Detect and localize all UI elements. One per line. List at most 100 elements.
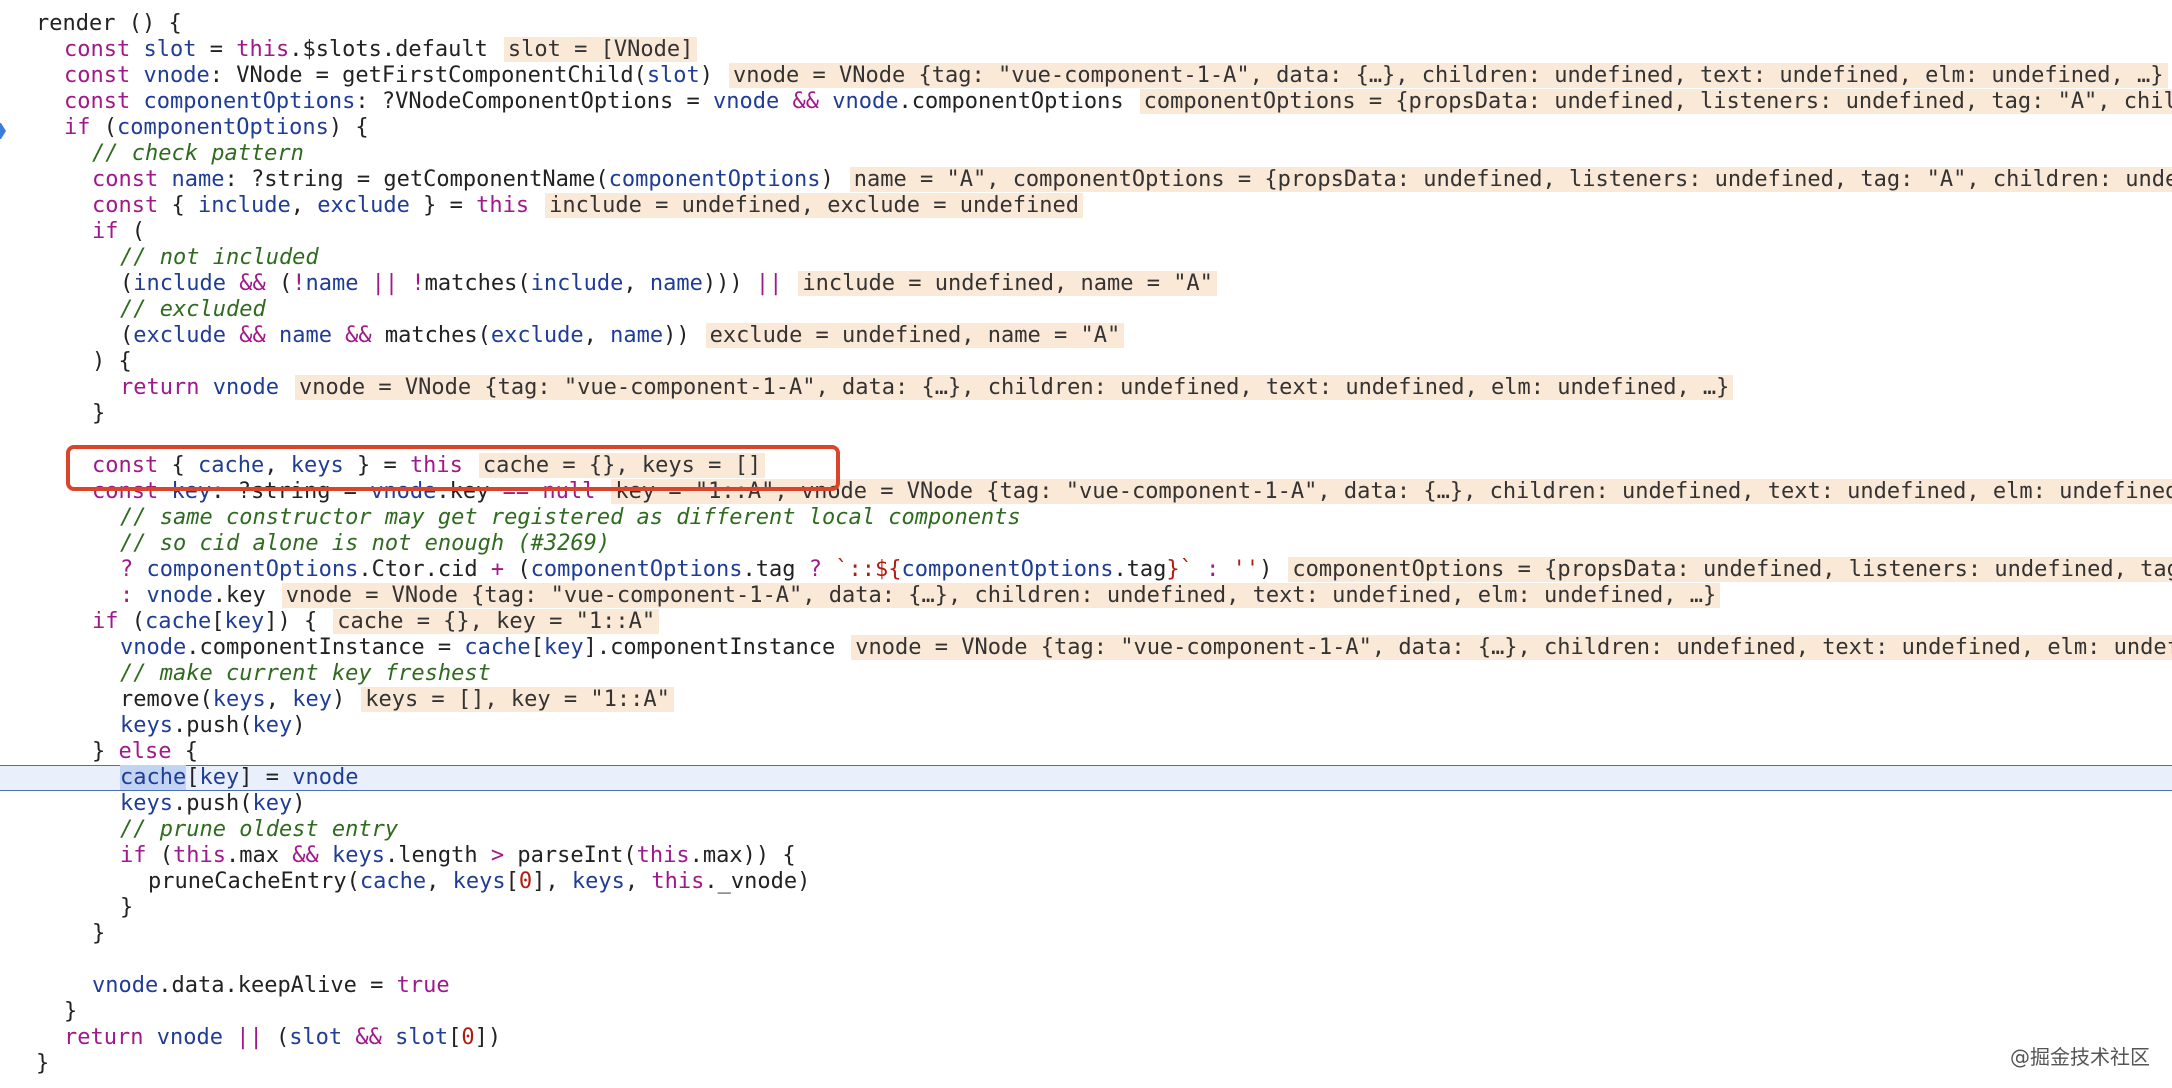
code-line[interactable]: remove(keys, key) keys = [], key = "1::A" <box>0 687 2172 713</box>
code-token: componentOptions <box>608 167 821 192</box>
code-token: { <box>171 739 198 764</box>
code-token: = <box>196 37 237 62</box>
code-line[interactable]: // make current key freshest <box>0 661 2172 687</box>
code-line[interactable]: if (cache[key]) {cache = {}, key = "1::A… <box>0 609 2172 635</box>
code-token: , <box>290 193 318 218</box>
code-line[interactable]: } <box>0 895 2172 921</box>
code-line[interactable]: } <box>0 921 2172 947</box>
code-token: key <box>252 791 293 816</box>
code-token: keys <box>212 687 266 712</box>
inline-debug-value: componentOptions = {propsData: undefined… <box>1139 89 2172 114</box>
code-line[interactable] <box>0 947 2172 973</box>
code-token: keys <box>120 791 173 816</box>
code-line[interactable]: (exclude && name && matches(exclude, nam… <box>0 323 2172 349</box>
inline-debug-value: include = undefined, name = "A" <box>798 271 1217 296</box>
code-token: ( <box>120 323 134 348</box>
code-token: ! <box>292 271 306 296</box>
code-line[interactable]: keys.push(key) <box>0 713 2172 739</box>
code-token: const <box>92 479 172 504</box>
code-token: componentOptions <box>146 557 359 582</box>
code-token: && <box>779 89 833 114</box>
code-line[interactable]: const key: ?string = vnode.key == null ke… <box>0 479 2172 505</box>
code-token: ( <box>131 609 145 634</box>
inline-debug-value: include = undefined, exclude = undefined <box>545 193 1083 218</box>
code-token: matches( <box>384 323 491 348</box>
code-line[interactable]: if ( <box>0 219 2172 245</box>
code-token: const <box>92 193 172 218</box>
code-token: slot <box>395 1025 449 1050</box>
code-line[interactable]: pruneCacheEntry(cache, keys[0], keys, th… <box>0 869 2172 895</box>
code-line[interactable]: // same constructor may get registered a… <box>0 505 2172 531</box>
code-token: : VNode = getFirstComponentChild( <box>209 63 647 88</box>
code-line[interactable]: : vnode.key vnode = VNode {tag: "vue-comp… <box>0 583 2172 609</box>
code-token: name <box>305 271 359 296</box>
code-editor[interactable]: render () {const slot = this.$slots.defa… <box>0 0 2172 1088</box>
code-token: slot <box>143 37 197 62</box>
code-token: [ <box>186 765 200 790</box>
code-token: : ?string = getComponentName( <box>224 167 609 192</box>
code-token: cache <box>464 635 531 660</box>
code-token: vnode <box>212 375 279 400</box>
code-token: vnode <box>832 89 899 114</box>
code-token: ._vnode) <box>704 869 811 894</box>
code-token: , <box>426 869 453 894</box>
inline-debug-value: vnode = VNode {tag: "vue-component-1-A",… <box>729 63 2168 88</box>
code-line[interactable]: const { include, exclude } = this include… <box>0 193 2172 219</box>
code-token: keys <box>331 843 385 868</box>
code-token: .componentOptions <box>898 89 1124 114</box>
code-line[interactable]: // check pattern <box>0 141 2172 167</box>
code-line[interactable]: } <box>0 401 2172 427</box>
code-token: exclude <box>490 323 584 348</box>
code-line[interactable]: // so cid alone is not enough (#3269) <box>0 531 2172 557</box>
code-line[interactable]: vnode.componentInstance = cache[key].com… <box>0 635 2172 661</box>
code-token: && <box>342 1025 396 1050</box>
code-token: // prune oldest entry <box>120 817 399 842</box>
code-token: if <box>92 219 132 244</box>
code-line[interactable]: vnode.data.keepAlive = true <box>0 973 2172 999</box>
code-line[interactable]: } <box>0 1051 2172 1077</box>
code-line[interactable]: ? componentOptions.Ctor.cid + (component… <box>0 557 2172 583</box>
code-line[interactable]: // excluded <box>0 297 2172 323</box>
code-line[interactable]: render () { <box>0 11 2172 37</box>
code-token: } <box>92 739 119 764</box>
code-token: parseInt( <box>504 843 637 868</box>
code-token: // excluded <box>120 297 266 322</box>
code-line[interactable]: return vnode || (slot && slot[0]) <box>0 1025 2172 1051</box>
code-token: render () { <box>36 11 182 36</box>
code-line[interactable]: const { cache, keys } = this cache = {}, … <box>0 453 2172 479</box>
code-line[interactable]: } else { <box>0 739 2172 765</box>
code-token: ) <box>1259 557 1273 582</box>
code-line[interactable] <box>0 427 2172 453</box>
code-token: if <box>64 115 104 140</box>
code-line[interactable]: const name: ?string = getComponentName(c… <box>0 167 2172 193</box>
code-token: componentOptions <box>117 115 329 140</box>
code-token: { <box>171 193 198 218</box>
code-token: } <box>120 895 134 920</box>
code-line[interactable]: const vnode: VNode = getFirstComponentCh… <box>0 63 2172 89</box>
code-line[interactable]: const slot = this.$slots.default slot = [… <box>0 37 2172 63</box>
code-line[interactable]: return vnode vnode = VNode {tag: "vue-com… <box>0 375 2172 401</box>
code-line[interactable]: const componentOptions: ?VNodeComponentO… <box>0 89 2172 115</box>
code-token: , <box>583 323 611 348</box>
current-execution-line[interactable]: cache[key] = vnode <box>0 765 2172 791</box>
code-token: name <box>610 323 664 348</box>
code-token: return <box>64 1025 157 1050</box>
code-line[interactable]: keys.push(key) <box>0 791 2172 817</box>
code-token: // same constructor may get registered a… <box>120 505 1021 530</box>
code-line[interactable]: } <box>0 999 2172 1025</box>
code-line[interactable]: // prune oldest entry <box>0 817 2172 843</box>
code-line[interactable]: (include && (!name || !matches(include, … <box>0 271 2172 297</box>
code-token: ) <box>820 167 834 192</box>
code-line[interactable]: ) { <box>0 349 2172 375</box>
code-token: else <box>118 739 172 764</box>
code-token: componentOptions <box>901 557 1114 582</box>
code-token: // make current key freshest <box>120 661 491 686</box>
code-line[interactable]: if (componentOptions) { <box>0 115 2172 141</box>
code-token: [ <box>448 1025 462 1050</box>
code-token: vnode <box>143 63 210 88</box>
code-line[interactable]: // not included <box>0 245 2172 271</box>
code-token: cache <box>197 453 265 478</box>
code-line[interactable]: if (this.max && keys.length > parseInt(t… <box>0 843 2172 869</box>
inline-debug-value: vnode = VNode {tag: "vue-component-1-A",… <box>851 635 2172 660</box>
code-token: key <box>543 635 584 660</box>
